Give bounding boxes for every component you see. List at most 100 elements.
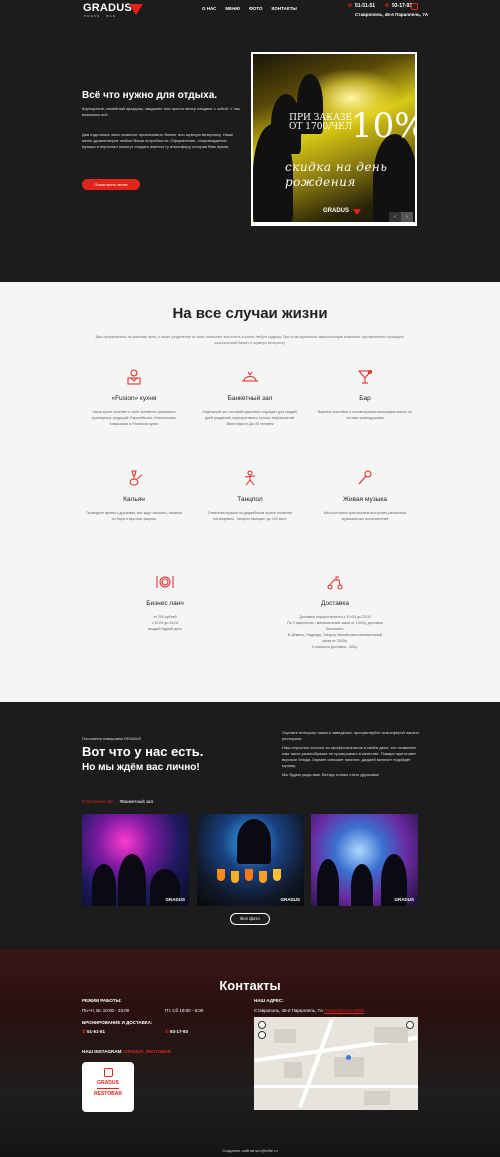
hookah-icon — [129, 470, 143, 486]
gallery-photo[interactable]: GRADUS — [311, 814, 418, 906]
instagram-card-title: GRADUS — [97, 1080, 119, 1086]
map-building — [334, 1057, 364, 1077]
service-desc: Наша кухня сочетает в себе элементы разл… — [91, 410, 177, 426]
map-building — [374, 1027, 408, 1043]
instagram-icon[interactable] — [411, 3, 418, 10]
bartender-silhouette — [237, 819, 271, 864]
address-text: Ставрополь, 45-я Параллель, 7А — [254, 1008, 323, 1013]
nav-contacts[interactable]: КОНТАКТЫ — [272, 6, 297, 11]
contact-phone-2[interactable]: ✆ 93-17-93 — [165, 1029, 188, 1035]
photo-logo: GRADUS — [280, 897, 300, 902]
phone-link-2[interactable]: ✆ 93-17-93 — [385, 3, 412, 9]
instagram-label-text: НАШ INSTAGRAM: — [82, 1049, 123, 1054]
header-address: Ставрополь, 45-я Параллель, 7А — [355, 12, 429, 17]
slider-prev-button[interactable]: ‹ — [389, 212, 401, 222]
map[interactable] — [254, 1017, 418, 1110]
crowd-silhouette — [351, 864, 373, 906]
tab-main-hall[interactable]: #Основной зал — [82, 799, 114, 804]
promo-condition-text: ПРИ ЗАКАЗЕ ОТ 1700/ЧЕЛ — [289, 113, 353, 132]
map-road — [254, 1085, 418, 1088]
service-name: Бизнес ланч — [146, 600, 184, 607]
service-live-music: Живая музыка Мы постоянно приглашаем выс… — [315, 470, 415, 522]
service-name: Банкетный зал — [227, 395, 273, 402]
hero-text-2: Два отдельных зала позволят организовать… — [82, 132, 234, 149]
hours-weekdays: Пн-Чт, Вс 10:00 - 24:00 — [82, 1008, 130, 1013]
map-building — [274, 1029, 296, 1043]
cocktail-glass — [231, 871, 239, 883]
map-zoom-out-button[interactable] — [258, 1031, 266, 1039]
phone-1: 51-51-51 — [355, 3, 376, 9]
promo-image: ПРИ ЗАКАЗЕ ОТ 1700/ЧЕЛ 10% скидка на ден… — [253, 54, 415, 222]
promo-condition: ПРИ ЗАКАЗЕ ОТ 1700/ЧЕЛ — [289, 114, 352, 132]
gallery-description: Оцените интерьер нашего заведения, прочу… — [282, 730, 422, 781]
map-building — [364, 1091, 390, 1105]
instagram-card-subtitle: RESTOBAR — [94, 1091, 122, 1097]
tab-banquet-hall[interactable]: #Банкетный зал — [120, 799, 154, 804]
gallery-photo[interactable]: GRADUS — [82, 814, 189, 906]
nav-menu[interactable]: МЕНЮ — [225, 6, 240, 11]
divider — [97, 1088, 119, 1089]
service-banquet: Банкетный зал Отдельный зал, который иде… — [200, 369, 300, 427]
crowd-silhouette — [118, 854, 146, 906]
logo-subtitle: PRESS · BAR — [84, 14, 117, 18]
slider-next-button[interactable]: › — [401, 212, 413, 222]
gallery-title: Вот что у нас есть. — [82, 744, 204, 759]
promo-discount: 10% — [351, 106, 415, 146]
gallery-photo[interactable]: GRADUS — [197, 814, 304, 906]
photo-logo: GRADUS — [165, 897, 185, 902]
service-desc: Мы постоянно приглашаем выступать различ… — [323, 511, 407, 521]
contact-phone-1-text: 51-51-51 — [87, 1029, 106, 1034]
service-dancefloor: Танцпол Отменная музыка на диджейском пу… — [200, 470, 300, 522]
map-link[interactable]: Посмотреть в 2GIS — [324, 1008, 364, 1013]
gallery-paragraph: Оцените интерьер нашего заведения, прочу… — [282, 730, 420, 741]
gallery-kicker: Постоянно повышаем GRADUS — [82, 736, 142, 741]
service-kitchen: «Fusion» кухня Наша кухня сочетает в себ… — [84, 369, 184, 427]
cocktail-glass — [217, 869, 225, 881]
promo-logo-triangle-icon — [353, 209, 361, 215]
address-label: НАШ АДРЕС: — [254, 998, 284, 1003]
nav-about[interactable]: О НАС — [202, 6, 216, 11]
promo-logo: GRADUS — [323, 208, 350, 214]
phone-icon: ✆ — [348, 3, 353, 9]
gallery-tabs: #Основной зал #Банкетный зал — [82, 799, 153, 804]
contact-phone-1[interactable]: ✆ 51-51-51 — [82, 1029, 105, 1035]
contact-phone-2-text: 93-17-93 — [170, 1029, 189, 1034]
service-name: Доставка — [321, 600, 349, 607]
instagram-card[interactable]: GRADUS RESTOBAR — [82, 1062, 134, 1112]
booking-label: БРОНИРОВАНИЕ И ДОСТАВКА: — [82, 1020, 153, 1025]
dance-icon — [244, 470, 256, 486]
service-desc: Отменная музыка на диджейском пульте поз… — [207, 511, 293, 521]
cocktail-glass — [259, 871, 267, 883]
gallery-subtitle: Но мы ждём вас лично! — [82, 762, 200, 773]
service-desc: от 200 рублей с 12:00 до 16:00 каждый бу… — [115, 614, 215, 632]
contacts-section: Контакты РЕЖИМ РАБОТЫ: Пн-Чт, Вс 10:00 -… — [0, 950, 500, 1157]
hero-text-1: Корпоратив, семейный праздник, свидание … — [82, 106, 241, 117]
service-name: Кальян — [123, 496, 145, 503]
map-zoom-in-button[interactable] — [258, 1021, 266, 1029]
banquet-icon — [242, 371, 258, 382]
service-delivery: Доставка Доставка осуществляется с 10:00… — [285, 574, 385, 650]
services-section: На все случаи жизни Два оформленных по-р… — [0, 282, 500, 702]
instagram-handle[interactable]: GRADUS_RESTOBAR — [124, 1049, 171, 1054]
map-fullscreen-button[interactable] — [406, 1021, 414, 1029]
promo-slider[interactable]: ПРИ ЗАКАЗЕ ОТ 1700/ЧЕЛ 10% скидка на ден… — [251, 52, 417, 226]
services-title: На все случаи жизни — [172, 305, 328, 322]
nav-photo[interactable]: ФОТО — [249, 6, 262, 11]
logo-text: GRADUS — [83, 2, 132, 14]
service-bar: Бар Вкусные коктейли и неповторимая атмо… — [315, 369, 415, 421]
service-name: Живая музыка — [343, 496, 387, 503]
view-menu-button[interactable]: Посмотреть меню — [82, 179, 140, 190]
service-business-lunch: Бизнес ланч от 200 рублей с 12:00 до 16:… — [115, 574, 215, 632]
all-photos-button[interactable]: Все фото — [230, 913, 270, 925]
service-desc: Вкусные коктейли и неповторимая атмосфер… — [317, 410, 413, 420]
phone-link-1[interactable]: ✆ 51-51-51 — [348, 3, 375, 9]
chef-icon — [127, 369, 141, 385]
phone-icon: ✆ — [385, 3, 390, 9]
hero-section: Всё что нужно для отдыха. Корпоратив, се… — [0, 22, 500, 282]
footer-credit[interactable]: Создание сайтов seo@elite.ru — [0, 1148, 500, 1153]
mic-icon — [358, 470, 372, 485]
plate-icon — [156, 576, 174, 588]
logo[interactable]: GRADUS PRESS · BAR — [83, 2, 147, 20]
location-pin-icon[interactable] — [346, 1055, 351, 1060]
service-desc-text: от 200 рублей с 12:00 до 16:00 каждый бу… — [147, 615, 183, 631]
